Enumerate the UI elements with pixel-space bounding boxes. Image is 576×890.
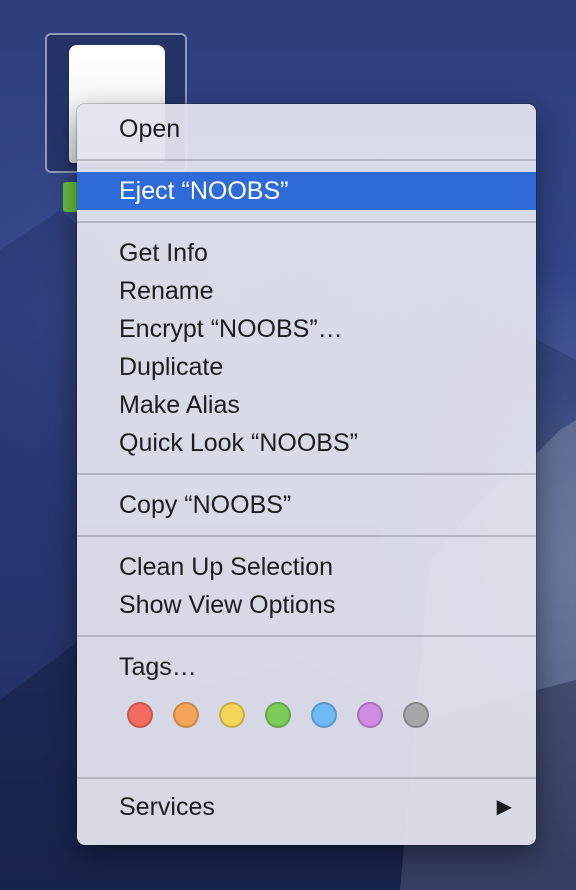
menu-separator xyxy=(77,777,536,779)
menu-item-eject[interactable]: Eject “NOOBS” xyxy=(77,172,536,210)
menu-separator xyxy=(77,535,536,537)
tag-yellow-dot[interactable] xyxy=(219,702,245,728)
menu-item-quick-look[interactable]: Quick Look “NOOBS” xyxy=(77,424,536,462)
tag-color-row xyxy=(77,702,536,730)
menu-separator xyxy=(77,635,536,637)
menu-item-make-alias[interactable]: Make Alias xyxy=(77,386,536,424)
menu-item-services-label: Services xyxy=(119,793,215,821)
context-menu: Open Eject “NOOBS” Get Info Rename Encry… xyxy=(77,104,536,845)
tag-gray-dot[interactable] xyxy=(403,702,429,728)
menu-spacer xyxy=(77,730,536,768)
submenu-arrow-icon: ▶ xyxy=(496,796,512,818)
menu-item-duplicate[interactable]: Duplicate xyxy=(77,348,536,386)
menu-separator xyxy=(77,159,536,161)
menu-item-services[interactable]: Services ▶ xyxy=(77,788,536,826)
menu-item-copy[interactable]: Copy “NOOBS” xyxy=(77,486,536,524)
menu-item-get-info[interactable]: Get Info xyxy=(77,234,536,272)
menu-item-encrypt[interactable]: Encrypt “NOOBS”… xyxy=(77,310,536,348)
menu-separator xyxy=(77,221,536,223)
menu-item-tags[interactable]: Tags… xyxy=(77,648,536,686)
menu-separator xyxy=(77,473,536,475)
menu-item-rename[interactable]: Rename xyxy=(77,272,536,310)
tag-blue-dot[interactable] xyxy=(311,702,337,728)
menu-item-clean-up-selection[interactable]: Clean Up Selection xyxy=(77,548,536,586)
tag-orange-dot[interactable] xyxy=(173,702,199,728)
menu-item-show-view-options[interactable]: Show View Options xyxy=(77,586,536,624)
menu-item-open[interactable]: Open xyxy=(77,110,536,148)
tag-red-dot[interactable] xyxy=(127,702,153,728)
tag-green-dot[interactable] xyxy=(265,702,291,728)
tag-purple-dot[interactable] xyxy=(357,702,383,728)
